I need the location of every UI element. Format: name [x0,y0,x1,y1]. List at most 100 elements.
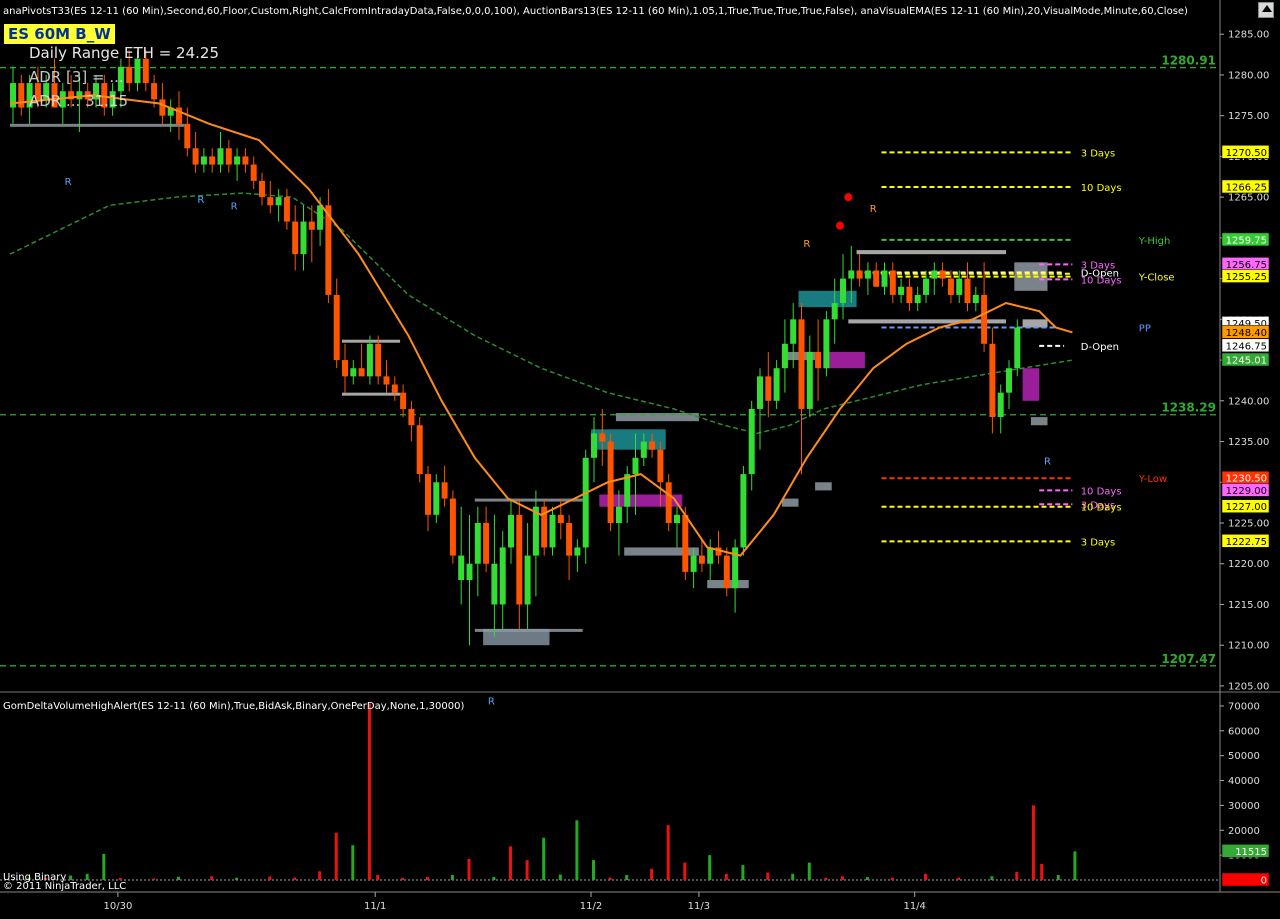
indicator-label-top-text: anaPivotsT33(ES 12-11 (60 Min),Second,60… [3,6,1188,17]
time-tick-label-1: 11/1 [364,901,386,912]
candle-body-112 [939,270,946,279]
candle-body-93 [781,343,788,369]
volume-bar-40 [841,876,844,880]
volume-bar-14 [351,845,355,880]
scroll-up-button[interactable] [1258,2,1274,18]
pivot-label-1: 1238.29 [1161,401,1216,415]
candle-body-51 [433,482,440,515]
volume-bar-19 [450,875,454,880]
volume-bar-9 [235,877,239,880]
candle-body-111 [931,270,938,279]
price-tick-label-13: 1220.00 [1228,559,1269,570]
auction-zone-2 [342,392,401,396]
volume-bar-11 [293,877,297,880]
candle-body-26 [225,148,232,165]
price-badge-8-text: 1245.01 [1226,355,1267,366]
level-label-0: 3 Days [1081,148,1116,159]
chevron-up-icon [1262,5,1272,12]
candle-body-66 [557,514,564,523]
pivot-label-0: 1280.91 [1161,54,1216,68]
price-tick-label-10: 1235.00 [1228,437,1269,448]
candle-body-70 [591,433,597,458]
ninjatrader-chart[interactable]: 1285.001280.001275.001270.001265.001260.… [0,0,1280,919]
volume-bar-46 [1015,872,1019,880]
auction-zone-1 [342,339,401,343]
title-badge-text: ES 60M B_W [8,25,111,43]
candle-body-92 [773,368,780,401]
price-badge-10-text: 1229.00 [1226,486,1267,497]
volume-bar-27 [592,860,595,880]
candle-body-46 [391,384,398,393]
candle-body-42 [358,368,365,377]
candle-body-88 [740,474,747,548]
candle-body-62 [524,555,531,605]
time-tick-label-4: 11/4 [903,901,925,912]
volume-bar-13 [334,832,338,880]
volume-bar-42 [890,877,894,880]
volume-bar-20 [467,858,471,880]
price-badge-0-text: 1270.50 [1226,148,1267,159]
candle-body-68 [574,547,581,556]
volume-bar-10 [268,876,272,880]
auction-zone-8 [615,413,699,422]
auction-zone-15 [856,250,1006,255]
volume-bar-50 [1073,851,1077,880]
auction-zone-18 [1022,368,1040,401]
price-tick-label-14: 1215.00 [1228,600,1269,611]
candle-body-104 [873,270,880,287]
price-badge-12-text: 1222.75 [1226,537,1267,548]
volume-bar-34 [724,873,728,880]
level-label-14: 3 Days [1081,537,1116,548]
price-badge-11-text: 1227.00 [1226,502,1267,513]
volume-bar-38 [807,862,811,880]
volume-bar-32 [683,862,687,880]
volume-tick-label-0: 70000 [1228,701,1260,712]
candle-body-75 [632,457,639,475]
candle-body-77 [649,441,656,450]
volume-bar-24 [542,837,546,880]
candle-body-28 [242,156,249,165]
candle-body-53 [449,498,456,556]
volume-tick-label-4: 30000 [1228,801,1260,812]
level-label-13: 10 Days [1081,503,1122,514]
candle-body-37 [317,205,324,230]
auction-zone-19 [1030,417,1048,426]
candle-body-91 [765,376,772,401]
price-badge-9-text: 1230.50 [1226,474,1267,485]
price-tick-label-2: 1275.00 [1228,111,1269,122]
candle-body-21 [184,123,191,149]
level-label-6: Y-Close [1138,273,1175,284]
candle-body-103 [864,270,871,279]
candle-body-18 [159,99,166,116]
title-badge: ES 60M B_W [4,24,115,44]
indicator-label-top: anaPivotsT33(ES 12-11 (60 Min),Second,60… [3,6,1188,17]
auction-zone-13 [823,351,865,369]
price-tick-label-0: 1285.00 [1228,30,1269,41]
level-label-10: Y-Low [1138,474,1167,485]
candle-body-95 [798,319,805,409]
candle-body-36 [308,221,315,230]
volume-bar-7 [177,876,180,880]
auction-zone-20 [815,482,832,491]
candle-body-32 [275,197,282,206]
candle-body-44 [375,343,382,377]
candle-body-17 [151,83,158,100]
candle-body-48 [408,408,415,426]
price-tick-label-9: 1240.00 [1228,396,1269,407]
volume-bar-15 [367,703,371,880]
candle-body-43 [366,343,373,377]
candle-body-100 [840,278,846,304]
auction-zone-17 [1022,319,1048,328]
volume-tick-label-1: 60000 [1228,726,1260,737]
candle-body-78 [657,449,664,483]
candle-body-89 [748,408,755,475]
level-label-2: Y-High [1138,236,1171,247]
candle-body-24 [209,156,216,165]
candle-body-101 [848,270,855,279]
candle-body-31 [267,197,274,206]
time-tick-label-0: 10/30 [103,901,132,912]
candle-body-71 [599,433,606,442]
marker-label-3: R [488,697,495,708]
candle-body-97 [815,351,822,369]
volume-bar-48 [1040,863,1044,880]
